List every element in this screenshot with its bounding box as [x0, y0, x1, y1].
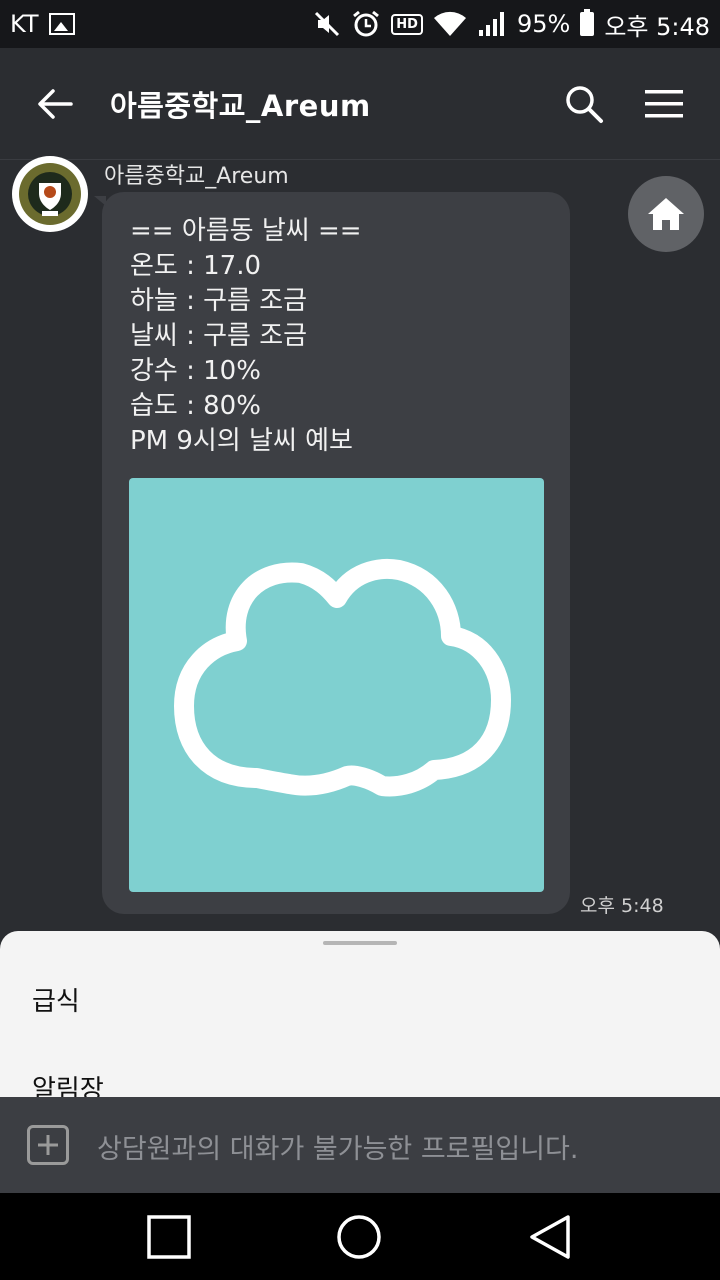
carrier-label: KT [10, 10, 39, 38]
message-text: == 아름동 날씨 == 온도 : 17.0 하늘 : 구름 조금 날씨 : 구… [130, 214, 362, 459]
quick-reply-item[interactable]: 급식 [32, 981, 80, 1018]
message-bubble: == 아름동 날씨 == 온도 : 17.0 하늘 : 구름 조금 날씨 : 구… [94, 192, 570, 914]
message-line: 하늘 : 구름 조금 [130, 286, 308, 316]
back-button[interactable] [0, 48, 110, 160]
status-bar: KT HD 95% 오후 5:48 [0, 0, 720, 48]
home-icon [648, 198, 684, 230]
message-line: 온도 : 17.0 [130, 251, 262, 281]
wifi-icon [433, 11, 466, 37]
message-input[interactable]: 상담원과의 대화가 불가능한 프로필입니다. [97, 1127, 578, 1166]
quick-reply-sheet: 급식 알림장 [0, 931, 720, 1099]
nav-home-button[interactable] [333, 1211, 385, 1263]
school-emblem-icon [16, 160, 84, 228]
home-button[interactable] [628, 176, 704, 252]
nav-back-button[interactable] [524, 1211, 576, 1263]
alarm-icon [353, 10, 380, 37]
profile-avatar[interactable] [12, 156, 88, 232]
mute-icon [315, 11, 340, 37]
message-line: 강수 : 10% [130, 356, 261, 386]
menu-icon [645, 90, 683, 118]
signal-icon [478, 12, 504, 36]
recents-button[interactable] [143, 1211, 195, 1263]
search-icon [566, 86, 603, 123]
sheet-handle[interactable] [323, 941, 397, 945]
quick-reply-item[interactable]: 알림장 [32, 1069, 104, 1099]
battery-icon [580, 9, 595, 36]
message-line: 날씨 : 구름 조금 [130, 321, 308, 351]
plus-icon [38, 1135, 58, 1155]
attach-button[interactable] [27, 1125, 69, 1165]
search-button[interactable] [556, 76, 612, 132]
weather-image[interactable] [129, 478, 544, 892]
navigation-bar [0, 1193, 720, 1280]
recents-square-icon [147, 1215, 191, 1259]
message-line: 습도 : 80% [130, 391, 261, 421]
input-bar: 상담원과의 대화가 불가능한 프로필입니다. [0, 1097, 720, 1193]
chat-title: 아름중학교_Areum [110, 89, 371, 123]
back-triangle-icon [530, 1215, 570, 1259]
gallery-icon [48, 13, 75, 35]
message-line: PM 9시의 날씨 예보 [130, 426, 353, 456]
battery-percent: 95% [516, 10, 571, 38]
cloud-icon [174, 559, 511, 797]
home-circle-icon [337, 1215, 381, 1259]
clock: 오후 5:48 [604, 12, 710, 41]
back-arrow-icon [38, 89, 73, 119]
message-timestamp: 오후 5:48 [580, 895, 664, 917]
hd-icon: HD [391, 13, 423, 35]
menu-button[interactable] [636, 76, 692, 132]
chat-header: 아름중학교_Areum [0, 48, 720, 160]
message-line: == 아름동 날씨 == [130, 216, 362, 246]
sender-name: 아름중학교_Areum [104, 164, 289, 189]
